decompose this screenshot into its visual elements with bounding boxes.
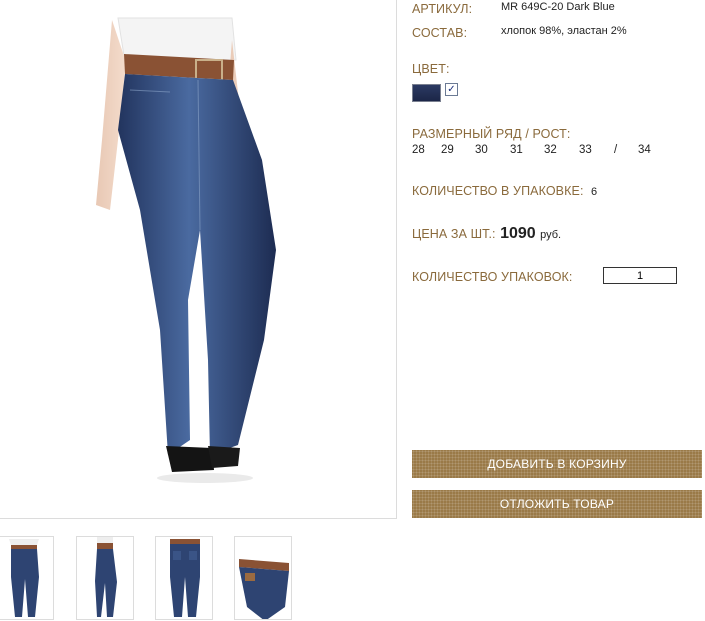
size-item: 33 xyxy=(579,144,592,156)
composition-value: хлопок 98%, эластан 2% xyxy=(501,25,627,37)
size-item: 28 xyxy=(412,144,425,156)
thumbnail-side-view[interactable] xyxy=(76,536,134,620)
jeans-photo xyxy=(96,17,276,483)
color-swatch-dark-blue[interactable] xyxy=(412,84,441,102)
size-list: 28 29 30 31 32 33 / 34 xyxy=(412,144,662,156)
add-to-cart-button[interactable]: ДОБАВИТЬ В КОРЗИНУ xyxy=(412,450,702,478)
thumbnail-image xyxy=(9,539,39,617)
size-item: 32 xyxy=(544,144,557,156)
save-for-later-button[interactable]: ОТЛОЖИТЬ ТОВАР xyxy=(412,490,702,518)
price-value: 1090 xyxy=(500,225,536,242)
size-separator: / xyxy=(614,144,618,156)
thumbnail-front-view[interactable] xyxy=(0,536,54,620)
size-item: 29 xyxy=(441,144,454,156)
composition-label: СОСТАВ: xyxy=(412,26,468,40)
size-item: 30 xyxy=(475,144,488,156)
pack-qty-label: КОЛИЧЕСТВО В УПАКОВКЕ: xyxy=(412,184,584,198)
price-currency: руб. xyxy=(540,229,562,241)
thumbnail-image xyxy=(239,559,289,619)
article-label: АРТИКУЛ: xyxy=(412,2,473,16)
thumbnail-image xyxy=(170,539,200,617)
packs-quantity-input[interactable] xyxy=(603,267,677,284)
main-product-image[interactable] xyxy=(0,0,397,519)
thumbnail-waist-detail[interactable] xyxy=(234,536,292,620)
size-item: 31 xyxy=(510,144,523,156)
packs-label: КОЛИЧЕСТВО УПАКОВОК: xyxy=(412,270,573,284)
color-label: ЦВЕТ: xyxy=(412,62,450,76)
price-label: ЦЕНА ЗА ШТ.: xyxy=(412,227,496,241)
size-label: РАЗМЕРНЫЙ РЯД / РОСТ: xyxy=(412,127,571,141)
thumbnail-strip xyxy=(0,536,300,621)
size-item: 34 xyxy=(638,144,651,156)
thumbnail-back-view[interactable] xyxy=(155,536,213,620)
pack-qty-value: 6 xyxy=(590,186,598,198)
color-checkbox[interactable]: ✓ xyxy=(445,83,458,96)
thumbnail-image xyxy=(95,537,117,617)
article-value: MR 649C-20 Dark Blue xyxy=(501,1,615,13)
